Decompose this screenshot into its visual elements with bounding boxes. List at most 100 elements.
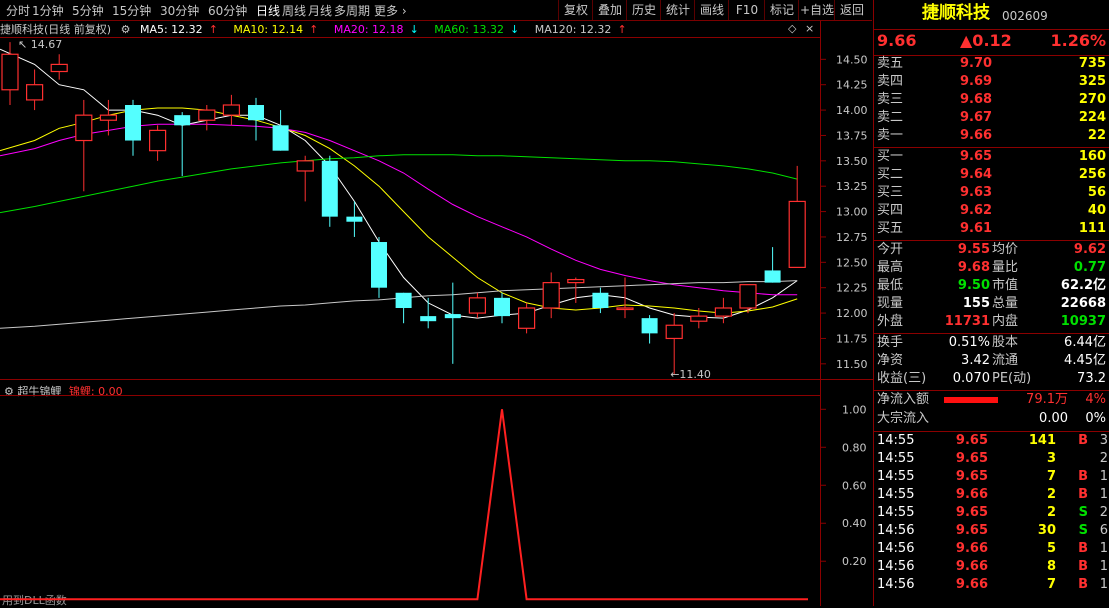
candle-body-up <box>739 284 757 309</box>
bid-volume: 256 <box>1078 167 1106 182</box>
tick-side: B <box>1078 541 1088 556</box>
stat-label: 现量 <box>877 296 904 311</box>
tick-side: B <box>1078 469 1088 484</box>
ma60-line <box>0 154 798 214</box>
stat-value: 22668 <box>1060 296 1106 311</box>
tick-price: 9.65 <box>955 433 988 448</box>
ask-volume: 224 <box>1078 110 1106 125</box>
tick-time: 14:56 <box>877 559 915 574</box>
ask-volume: 270 <box>1078 92 1106 107</box>
candle-body-up <box>149 129 167 152</box>
tick-row: 14:56 9.66 8 B 1 <box>874 558 1109 576</box>
candle <box>272 110 289 151</box>
ma5-line <box>0 48 798 319</box>
fundamental-value: 0.070 <box>952 371 990 386</box>
candle-body-down <box>764 270 781 283</box>
bid-price: 9.61 <box>960 221 993 236</box>
stat-label: 最低 <box>877 278 904 293</box>
candle <box>346 201 363 237</box>
candle <box>371 236 387 298</box>
flow-pct: 4% <box>1085 392 1106 407</box>
tick-price: 9.66 <box>955 559 988 574</box>
fundamental-label: 股本 <box>992 335 1019 350</box>
candle-body-up <box>198 109 216 121</box>
price-tick-label: 13.75 <box>836 129 868 142</box>
candle <box>420 297 437 329</box>
stat-label: 市值 <box>992 278 1019 293</box>
tick-row: 14:55 9.65 3 2 <box>874 450 1109 468</box>
candle-body-up <box>75 114 93 142</box>
ask-volume: 735 <box>1078 56 1106 71</box>
bid-label: 买三 <box>877 185 904 200</box>
candle <box>198 105 216 131</box>
tick-side: B <box>1078 577 1088 592</box>
stat-label: 最高 <box>877 260 904 275</box>
ask-volume: 325 <box>1078 74 1106 89</box>
stat-row: 现量 155 总量 22668 <box>874 295 1109 313</box>
stat-value: 9.62 <box>1073 242 1106 257</box>
tick-price: 9.65 <box>955 523 988 538</box>
candle-body-down <box>395 292 412 308</box>
candle <box>764 247 781 283</box>
fundamental-label: 换手 <box>877 335 904 350</box>
candle-body-up <box>665 324 683 340</box>
stat-value: 155 <box>962 296 990 311</box>
high-annotation: ↖ 14.67 <box>18 38 62 51</box>
ask-row: 卖三 9.68 270 <box>874 91 1109 109</box>
ask-price: 9.67 <box>960 110 993 125</box>
indicator-tick-label: 0.80 <box>842 441 867 454</box>
tick-volume: 7 <box>1046 577 1056 592</box>
candle-body-down <box>592 292 609 308</box>
tick-time: 14:55 <box>877 505 915 520</box>
price-tick-label: 14.00 <box>836 104 868 117</box>
tick-count: 1 <box>1099 487 1108 502</box>
candle-body-down <box>174 115 191 126</box>
candle <box>174 112 191 177</box>
bid-price: 9.63 <box>960 185 993 200</box>
tick-time: 14:56 <box>877 523 915 538</box>
ask-row: 卖四 9.69 325 <box>874 73 1109 91</box>
bid-label: 买四 <box>877 203 904 218</box>
stat-label: 总量 <box>992 296 1019 311</box>
candle <box>739 284 757 314</box>
bid-label: 买一 <box>877 149 904 164</box>
bid-label: 买二 <box>877 167 904 182</box>
candle <box>592 287 609 314</box>
tick-count: 1 <box>1099 541 1108 556</box>
kline-chart[interactable]: 14.50 14.25 14.00 13.75 13.50 13.25 13.00 12.75… <box>0 0 873 606</box>
tick-row: 14:55 9.65 7 B 1 <box>874 468 1109 486</box>
candle-body-down <box>420 316 437 322</box>
fundamental-value: 6.44亿 <box>1064 335 1106 350</box>
tick-time: 14:56 <box>877 577 915 592</box>
ask-label: 卖四 <box>877 74 904 89</box>
stock-code: 002609 <box>1002 9 1048 23</box>
stat-row: 最低 9.50 市值 62.2亿 <box>874 277 1109 295</box>
tick-volume: 2 <box>1046 487 1056 502</box>
tick-price: 9.66 <box>955 541 988 556</box>
tick-price: 9.65 <box>955 505 988 520</box>
quote-panel: 捷顺科技 002609 9.66 ▲0.12 1.26% 卖五 9.70 735 卖四 9.69 3… <box>873 0 1109 606</box>
stock-name: 捷顺科技 <box>922 3 990 23</box>
tick-volume: 141 <box>1028 433 1056 448</box>
bid-row: 买二 9.64 256 <box>874 166 1109 184</box>
candle-body-down <box>641 318 658 334</box>
bid-label: 买五 <box>877 221 904 236</box>
tick-volume: 8 <box>1046 559 1056 574</box>
stat-row: 外盘 11731 内盘 10937 <box>874 313 1109 331</box>
flow-pct: 0% <box>1085 411 1106 426</box>
indicator-tick-label: 0.20 <box>842 555 867 568</box>
tick-row: 14:56 9.66 5 B 1 <box>874 540 1109 558</box>
price-tick-label: 12.25 <box>836 282 868 295</box>
candle <box>714 297 733 324</box>
stat-row: 最高 9.68 量比 0.77 <box>874 259 1109 277</box>
fundamental-row: 收益(三) 0.070 PE(动) 73.2 <box>874 370 1109 388</box>
candle <box>494 292 510 324</box>
candle-body-down <box>444 314 461 319</box>
price-tick-label: 12.00 <box>836 307 868 320</box>
bid-row: 买三 9.63 56 <box>874 184 1109 202</box>
price-tick-label: 13.25 <box>836 180 868 193</box>
price-tick-label: 14.25 <box>836 79 868 92</box>
candle <box>50 54 68 80</box>
tick-count: 1 <box>1099 469 1108 484</box>
candle <box>248 97 264 141</box>
